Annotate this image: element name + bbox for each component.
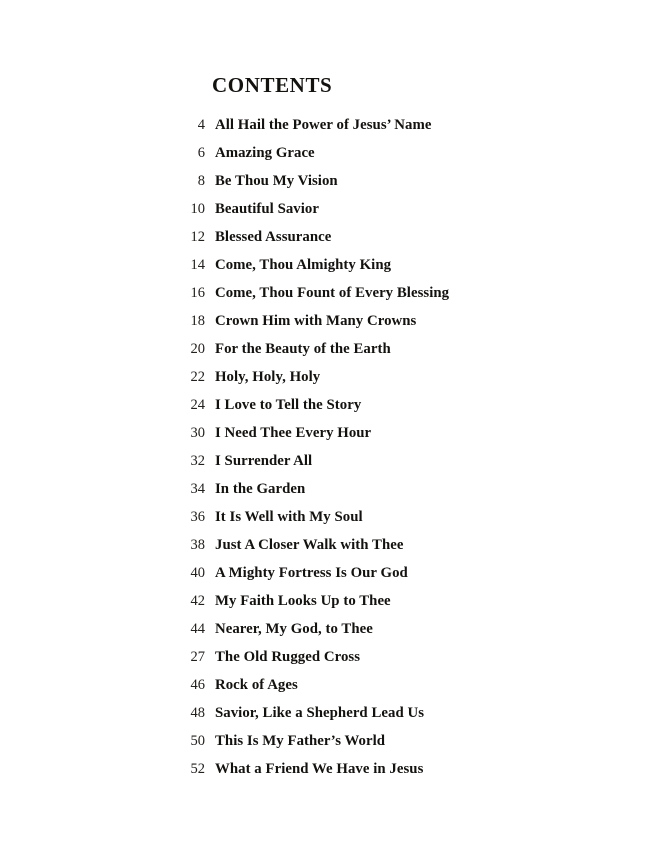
- toc-page-number: 42: [190, 593, 206, 609]
- toc-entry-title: In the Garden: [215, 481, 306, 497]
- list-item[interactable]: 32 I Surrender All: [0, 453, 648, 481]
- toc-page-number: 32: [190, 453, 206, 469]
- toc-entry-title: I Surrender All: [215, 453, 313, 469]
- toc-page-number: 40: [190, 565, 206, 581]
- toc-entry-title: What a Friend We Have in Jesus: [215, 761, 424, 777]
- toc-entry-title: Come, Thou Fount of Every Blessing: [215, 285, 450, 301]
- toc-page-number: 8: [197, 173, 205, 189]
- list-item[interactable]: 16 Come, Thou Fount of Every Blessing: [0, 285, 648, 313]
- toc-entry-title: A Mighty Fortress Is Our God: [215, 565, 408, 581]
- toc-entry-title: This Is My Father’s World: [215, 733, 386, 749]
- list-item[interactable]: 30 I Need Thee Every Hour: [0, 425, 648, 453]
- toc-page-number: 50: [190, 733, 206, 749]
- toc-entry-title: Come, Thou Almighty King: [215, 257, 392, 273]
- toc-page-number: 44: [190, 621, 206, 637]
- toc-page-number: 38: [190, 537, 206, 553]
- list-item[interactable]: 48 Savior, Like a Shepherd Lead Us: [0, 705, 648, 733]
- list-item[interactable]: 24 I Love to Tell the Story: [0, 397, 648, 425]
- page-title: CONTENTS: [212, 73, 333, 97]
- toc-entry-title: My Faith Looks Up to Thee: [215, 593, 391, 609]
- list-item[interactable]: 44 Nearer, My God, to Thee: [0, 621, 648, 649]
- toc-entry-title: Holy, Holy, Holy: [215, 369, 321, 385]
- list-item[interactable]: 6 Amazing Grace: [0, 145, 648, 173]
- list-item[interactable]: 20 For the Beauty of the Earth: [0, 341, 648, 369]
- table-of-contents-list: 4 All Hail the Power of Jesus’ Name 6 Amazi…: [0, 117, 648, 789]
- toc-entry-title: I Need Thee Every Hour: [215, 425, 372, 441]
- toc-page-number: 10: [190, 201, 206, 217]
- list-item[interactable]: 22 Holy, Holy, Holy: [0, 369, 648, 397]
- toc-entry-title: Amazing Grace: [215, 145, 315, 161]
- toc-entry-title: The Old Rugged Cross: [215, 649, 361, 665]
- toc-page-number: 18: [190, 313, 206, 329]
- toc-entry-title: Be Thou My Vision: [215, 173, 338, 189]
- toc-page-number: 24: [190, 397, 206, 413]
- toc-entry-title: I Love to Tell the Story: [215, 397, 362, 413]
- list-item[interactable]: 50 This Is My Father’s World: [0, 733, 648, 761]
- toc-page-number: 48: [190, 705, 206, 721]
- list-item[interactable]: 27 The Old Rugged Cross: [0, 649, 648, 677]
- toc-entry-title: Nearer, My God, to Thee: [215, 621, 373, 637]
- list-item[interactable]: 12 Blessed Assurance: [0, 229, 648, 257]
- toc-entry-title: Rock of Ages: [215, 677, 298, 693]
- list-item[interactable]: 38 Just A Closer Walk with Thee: [0, 537, 648, 565]
- toc-page-number: 36: [190, 509, 206, 525]
- list-item[interactable]: 34 In the Garden: [0, 481, 648, 509]
- document-page: CONTENTS 4 All Hail the Power of Jesus’ N…: [0, 0, 648, 864]
- toc-page-number: 22: [190, 369, 206, 385]
- toc-entry-title: Savior, Like a Shepherd Lead Us: [215, 705, 425, 721]
- toc-page-number: 34: [190, 481, 206, 497]
- toc-page-number: 14: [190, 257, 206, 273]
- toc-entry-title: It Is Well with My Soul: [215, 509, 363, 525]
- toc-page-number: 16: [190, 285, 206, 301]
- toc-page-number: 46: [190, 677, 206, 693]
- toc-page-number: 4: [197, 117, 205, 133]
- list-item[interactable]: 40 A Mighty Fortress Is Our God: [0, 565, 648, 593]
- list-item[interactable]: 36 It Is Well with My Soul: [0, 509, 648, 537]
- toc-page-number: 52: [190, 761, 206, 777]
- list-item[interactable]: 14 Come, Thou Almighty King: [0, 257, 648, 285]
- list-item[interactable]: 4 All Hail the Power of Jesus’ Name: [0, 117, 648, 145]
- list-item[interactable]: 18 Crown Him with Many Crowns: [0, 313, 648, 341]
- toc-page-number: 12: [190, 229, 206, 245]
- toc-entry-title: Just A Closer Walk with Thee: [215, 537, 404, 553]
- list-item[interactable]: 52 What a Friend We Have in Jesus: [0, 761, 648, 789]
- toc-entry-title: All Hail the Power of Jesus’ Name: [215, 117, 432, 133]
- list-item[interactable]: 8 Be Thou My Vision: [0, 173, 648, 201]
- toc-page-number: 20: [190, 341, 206, 357]
- toc-page-number: 27: [190, 649, 206, 665]
- toc-entry-title: Blessed Assurance: [215, 229, 332, 245]
- toc-page-number: 6: [197, 145, 205, 161]
- list-item[interactable]: 42 My Faith Looks Up to Thee: [0, 593, 648, 621]
- list-item[interactable]: 46 Rock of Ages: [0, 677, 648, 705]
- list-item[interactable]: 10 Beautiful Savior: [0, 201, 648, 229]
- toc-entry-title: Beautiful Savior: [215, 201, 319, 217]
- toc-page-number: 30: [190, 425, 206, 441]
- toc-entry-title: Crown Him with Many Crowns: [215, 313, 417, 329]
- toc-entry-title: For the Beauty of the Earth: [215, 341, 391, 357]
